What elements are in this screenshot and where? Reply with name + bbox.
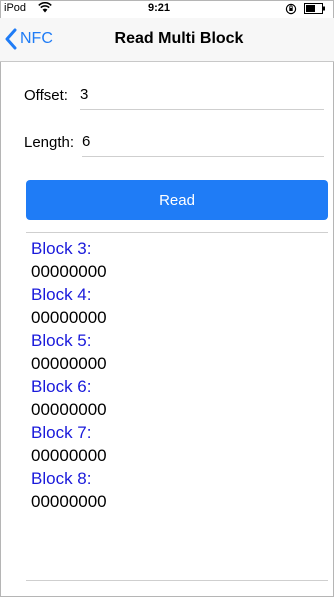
result-item: Block 6: 00000000: [31, 375, 323, 421]
page-title: Read Multi Block: [114, 30, 244, 47]
result-item: Block 7: 00000000: [31, 421, 323, 467]
offset-row: Offset:: [22, 78, 324, 114]
status-right: [285, 3, 326, 15]
block-value: 00000000: [31, 446, 107, 465]
block-label: Block 3:: [31, 239, 92, 258]
carrier-label: iPod: [4, 2, 27, 14]
block-value: 00000000: [31, 308, 107, 327]
navigation-bar: NFC Read Multi Block: [0, 18, 334, 62]
result-item: Block 3: 00000000: [31, 237, 323, 283]
block-label: Block 7:: [31, 423, 92, 442]
offset-field[interactable]: [80, 80, 324, 110]
battery-icon: [304, 3, 325, 14]
length-row: Length:: [22, 125, 324, 161]
wifi-icon: [38, 2, 52, 13]
read-button[interactable]: Read: [26, 180, 328, 220]
offset-label: Offset:: [24, 87, 68, 104]
result-item: Block 5: 00000000: [31, 329, 323, 375]
result-item: Block 4: 00000000: [31, 283, 323, 329]
results-text-view[interactable]: Block 3: 00000000 Block 4: 00000000 Bloc…: [26, 232, 328, 581]
length-field[interactable]: [82, 127, 324, 157]
block-label: Block 8:: [31, 469, 92, 488]
result-item: Block 8: 00000000: [31, 467, 323, 513]
status-time: 9:21: [148, 2, 171, 14]
status-bar: iPod 9:21: [0, 0, 334, 18]
block-value: 00000000: [31, 492, 107, 511]
block-label: Block 5:: [31, 331, 92, 350]
block-value: 00000000: [31, 354, 107, 373]
block-value: 00000000: [31, 262, 107, 281]
block-value: 00000000: [31, 400, 107, 419]
block-label: Block 4:: [31, 285, 92, 304]
orientation-lock-icon: [285, 3, 297, 15]
block-label: Block 6:: [31, 377, 92, 396]
length-label: Length:: [24, 134, 75, 151]
